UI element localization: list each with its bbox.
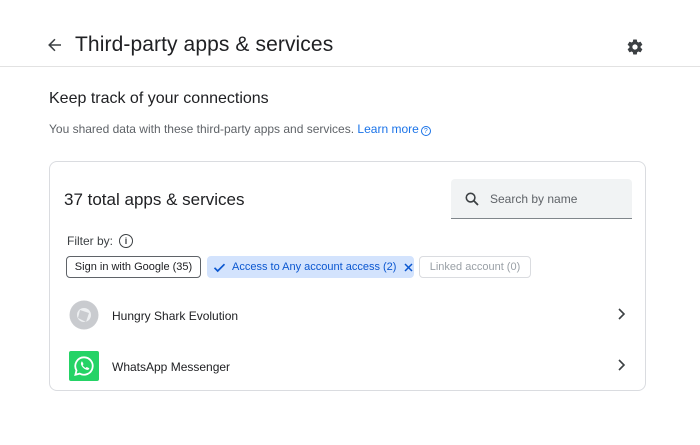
- placeholder-app-icon: [69, 300, 99, 330]
- search-icon: [463, 190, 481, 208]
- app-name: WhatsApp Messenger: [112, 360, 231, 374]
- app-name: Hungry Shark Evolution: [112, 309, 239, 323]
- settings-gear-icon[interactable]: [624, 36, 646, 58]
- section-heading: Keep track of your connections: [49, 90, 269, 107]
- search-box[interactable]: [451, 179, 632, 219]
- whatsapp-icon: [69, 351, 99, 381]
- learn-more-link[interactable]: Learn more?: [357, 122, 431, 136]
- filter-label-text: Filter by:: [67, 234, 114, 248]
- checkmark-icon: [213, 260, 226, 274]
- chip-sign-in-with-google[interactable]: Sign in with Google (35): [66, 256, 201, 278]
- apps-card: 37 total apps & services Filter by: i Si…: [49, 161, 646, 391]
- chip-label: Sign in with Google (35): [74, 261, 193, 273]
- chevron-right-icon: [613, 357, 629, 373]
- chip-account-access[interactable]: Access to Any account access (2): [207, 256, 414, 278]
- search-input[interactable]: [490, 191, 620, 206]
- page-title: Third-party apps & services: [75, 33, 334, 56]
- description-text: You shared data with these third-party a…: [49, 122, 355, 136]
- help-circle-icon: ?: [420, 126, 431, 136]
- total-count: 37 total apps & services: [64, 190, 245, 209]
- info-icon[interactable]: i: [119, 234, 134, 248]
- app-row-hungry-shark[interactable]: Hungry Shark Evolution: [50, 294, 645, 338]
- top-bar: Third-party apps & services: [0, 0, 700, 67]
- filter-label: Filter by: i: [67, 234, 134, 248]
- back-arrow-icon[interactable]: [44, 34, 66, 56]
- chevron-right-icon: [613, 306, 629, 322]
- description: You shared data with these third-party a…: [49, 122, 431, 136]
- learn-more-label: Learn more: [357, 122, 419, 136]
- chip-linked-account[interactable]: Linked account (0): [419, 256, 531, 278]
- app-row-whatsapp[interactable]: WhatsApp Messenger: [50, 345, 645, 389]
- close-icon[interactable]: [403, 261, 413, 273]
- chip-label: Access to Any account access (2): [232, 261, 397, 273]
- chip-label: Linked account (0): [429, 261, 521, 273]
